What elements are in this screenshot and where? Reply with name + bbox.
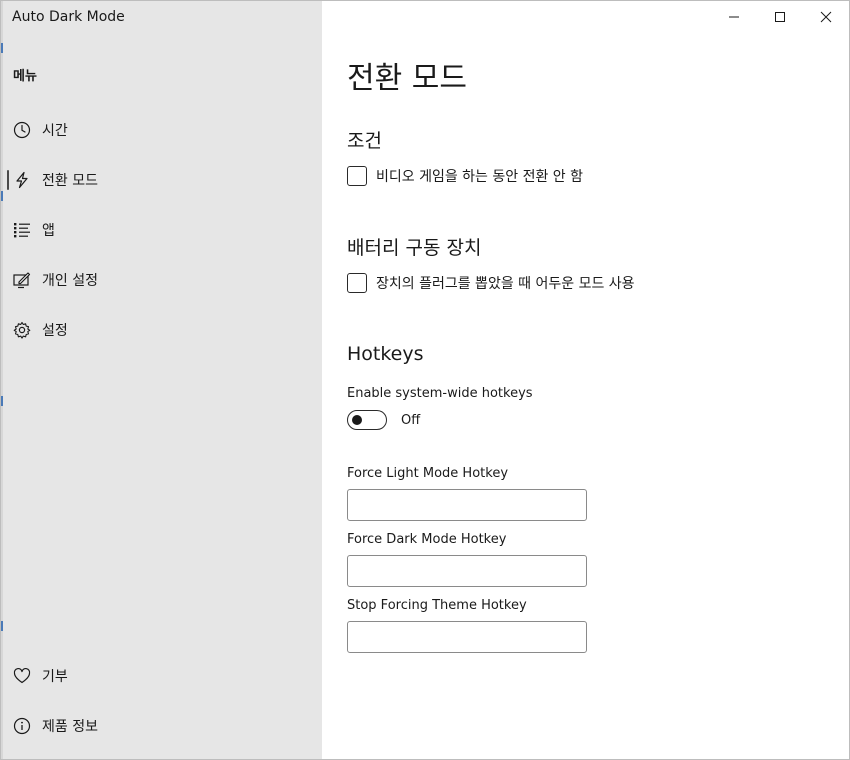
sidebar-item-apps[interactable]: 앱 [1, 210, 322, 250]
section-title-hotkeys: Hotkeys [347, 343, 424, 365]
maximize-icon [774, 11, 786, 23]
enable-hotkeys-label: Enable system-wide hotkeys [347, 386, 533, 401]
list-icon [13, 221, 31, 239]
maximize-button[interactable] [757, 1, 803, 33]
toggle-state-label: Off [401, 412, 421, 428]
gear-icon [13, 321, 31, 339]
sidebar-item-personalization[interactable]: 개인 설정 [1, 260, 322, 300]
app-window: Auto Dark Mode 메뉴 시간 전환 모드 앱 개인 설정 설정 기부… [0, 0, 850, 760]
battery-dark-checkbox-label: 장치의 플러그를 뽑았을 때 어두운 모드 사용 [376, 276, 635, 292]
game-mode-checkbox[interactable] [347, 166, 367, 186]
force-dark-hotkey-input[interactable] [347, 555, 587, 587]
sidebar: Auto Dark Mode 메뉴 시간 전환 모드 앱 개인 설정 설정 기부… [1, 1, 322, 759]
sidebar-item-donate[interactable]: 기부 [1, 656, 322, 696]
edge-mark [1, 43, 3, 53]
sidebar-item-switch-mode[interactable]: 전환 모드 [1, 160, 322, 200]
app-title: Auto Dark Mode [12, 9, 125, 25]
battery-dark-checkbox-row[interactable]: 장치의 플러그를 뽑았을 때 어두운 모드 사용 [347, 272, 635, 294]
minimize-icon [728, 11, 740, 23]
sidebar-item-settings[interactable]: 설정 [1, 310, 322, 350]
enable-hotkeys-row: Off [347, 409, 420, 431]
heart-icon [13, 667, 31, 685]
sidebar-item-label: 설정 [42, 323, 68, 339]
toggle-knob [352, 415, 362, 425]
sidebar-item-label: 제품 정보 [42, 719, 98, 735]
close-button[interactable] [803, 1, 849, 33]
stop-forcing-hotkey-input[interactable] [347, 621, 587, 653]
section-title-battery: 배터리 구동 장치 [347, 237, 482, 259]
menu-header: 메뉴 [13, 69, 37, 84]
sidebar-item-label: 시간 [42, 123, 68, 139]
sidebar-item-label: 앱 [42, 223, 55, 239]
battery-dark-checkbox[interactable] [347, 273, 367, 293]
sidebar-item-label: 개인 설정 [42, 273, 98, 289]
sidebar-item-about[interactable]: 제품 정보 [1, 706, 322, 746]
force-light-hotkey-input[interactable] [347, 489, 587, 521]
game-mode-checkbox-row[interactable]: 비디오 게임을 하는 동안 전환 안 함 [347, 165, 583, 187]
close-icon [820, 11, 832, 23]
sidebar-item-label: 기부 [42, 669, 68, 685]
enable-hotkeys-toggle[interactable] [347, 410, 387, 430]
force-dark-hotkey-label: Force Dark Mode Hotkey [347, 532, 507, 547]
page-title: 전환 모드 [347, 61, 467, 96]
titlebar-controls [711, 1, 849, 33]
edge-mark [1, 396, 3, 406]
stop-forcing-hotkey-label: Stop Forcing Theme Hotkey [347, 598, 527, 613]
sidebar-item-label: 전환 모드 [42, 173, 98, 189]
section-title-conditions: 조건 [347, 130, 382, 152]
sidebar-item-time[interactable]: 시간 [1, 110, 322, 150]
main-content: 전환 모드 조건 비디오 게임을 하는 동안 전환 안 함 배터리 구동 장치 … [322, 1, 849, 759]
info-icon [13, 717, 31, 735]
lightning-icon [13, 171, 31, 189]
game-mode-checkbox-label: 비디오 게임을 하는 동안 전환 안 함 [376, 169, 584, 185]
minimize-button[interactable] [711, 1, 757, 33]
selection-indicator [7, 170, 9, 190]
personalize-icon [13, 271, 31, 289]
edge-mark [1, 621, 3, 631]
force-light-hotkey-label: Force Light Mode Hotkey [347, 466, 509, 481]
clock-icon [13, 121, 31, 139]
